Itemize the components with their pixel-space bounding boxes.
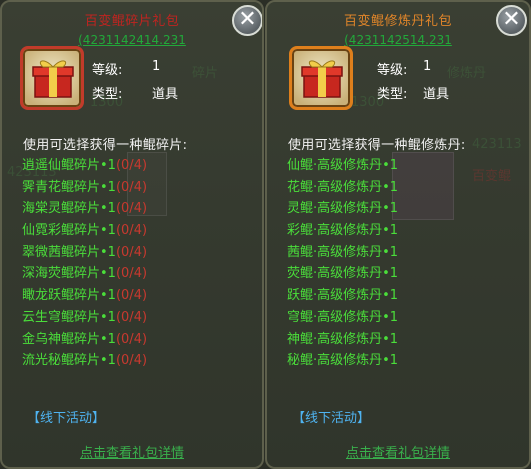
list-item: 彩鲲·高级修炼丹•1 — [287, 223, 399, 239]
list-item: 金乌神鲲碎片•1(0/4) — [22, 331, 148, 347]
ghost-text: 百变鲲 — [472, 169, 512, 184]
type-value: 道具 — [152, 87, 179, 102]
ghost-text: 修炼丹 — [447, 66, 487, 81]
list-item: 灵鲲·高级修炼丹•1 — [287, 201, 399, 217]
gift-box-icon — [301, 60, 343, 98]
tooltip-title: 百变鲲碎片礼包 — [84, 14, 180, 29]
tooltip-title: 百变鲲修炼丹礼包 — [343, 14, 452, 29]
list-item: 神鲲·高级修炼丹•1 — [287, 331, 399, 347]
close-button[interactable]: ✕ — [496, 5, 527, 36]
reward-list: 仙鲲·高级修炼丹•1 花鲲·高级修炼丹•1 灵鲲·高级修炼丹•1 彩鲲·高级修炼… — [287, 155, 398, 372]
gift-details-link[interactable]: 点击查看礼包详情 — [2, 442, 262, 461]
list-item: 云生穹鲲碎片•1(0/4) — [22, 309, 148, 325]
list-item: 跃鲲·高级修炼丹•1 — [287, 288, 399, 304]
list-item: 深海荧鲲碎片•1(0/4) — [22, 266, 148, 282]
close-button[interactable]: ✕ — [232, 5, 262, 36]
ghost-text: 423113 — [472, 137, 522, 152]
item-icon-frame — [20, 46, 84, 110]
type-value: 道具 — [423, 87, 450, 102]
item-icon-frame — [289, 46, 353, 110]
list-item: 翠微茜鲲碎片•1(0/4) — [22, 244, 148, 260]
list-item: 仙鲲·高级修炼丹•1 — [287, 158, 399, 173]
level-label: 等级: — [377, 63, 408, 78]
close-icon: ✕ — [238, 7, 257, 32]
close-icon: ✕ — [502, 7, 521, 32]
tooltip-subtitle: (4231142414.231 — [78, 33, 186, 47]
level-value: 1 — [152, 59, 161, 74]
type-label: 类型: — [92, 87, 123, 102]
list-item: 海棠灵鲲碎片•1(0/4) — [22, 201, 148, 217]
list-item: 流光秘鲲碎片•1(0/4) — [22, 353, 148, 369]
activity-link[interactable]: 【线下活动】 — [27, 407, 105, 426]
list-item: 荧鲲·高级修炼丹•1 — [287, 266, 399, 282]
level-value: 1 — [423, 59, 432, 74]
list-item: 茜鲲·高级修炼丹•1 — [287, 244, 399, 260]
level-label: 等级: — [92, 63, 123, 78]
tooltip-panel-right: 1300 修炼丹 423113 百变鲲 百变鲲修炼丹礼包 (4231142514… — [265, 0, 531, 469]
type-label: 类型: — [377, 87, 408, 102]
gift-details-link[interactable]: 点击查看礼包详情 — [267, 442, 529, 461]
ghost-icon — [392, 152, 454, 220]
list-item: 秘鲲·高级修炼丹•1 — [287, 353, 399, 369]
tooltip-panel-left: 1300 碎片 423113 百变鲲碎片礼包 (4231142414.231 ✕… — [0, 0, 264, 469]
tooltip-subtitle: (4231142514.231 — [344, 33, 452, 47]
list-item: 仙霓彩鲲碎片•1(0/4) — [22, 223, 148, 239]
list-item: 逍遥仙鲲碎片•1(0/4) — [22, 158, 148, 173]
list-item: 花鲲·高级修炼丹•1 — [287, 179, 399, 195]
usage-hint: 使用可选择获得一种鲲碎片: — [23, 138, 188, 153]
usage-hint: 使用可选择获得一种鲲修炼丹: — [288, 138, 466, 153]
list-item: 霁青花鲲碎片•1(0/4) — [22, 179, 148, 195]
list-item: 瞰龙跃鲲碎片•1(0/4) — [22, 288, 148, 304]
list-item: 穹鲲·高级修炼丹•1 — [287, 309, 399, 325]
activity-link[interactable]: 【线下活动】 — [292, 407, 370, 426]
gift-box-icon — [32, 60, 74, 98]
reward-list: 逍遥仙鲲碎片•1(0/4) 霁青花鲲碎片•1(0/4) 海棠灵鲲碎片•1(0/4… — [22, 155, 147, 372]
ghost-text: 碎片 — [192, 66, 219, 81]
